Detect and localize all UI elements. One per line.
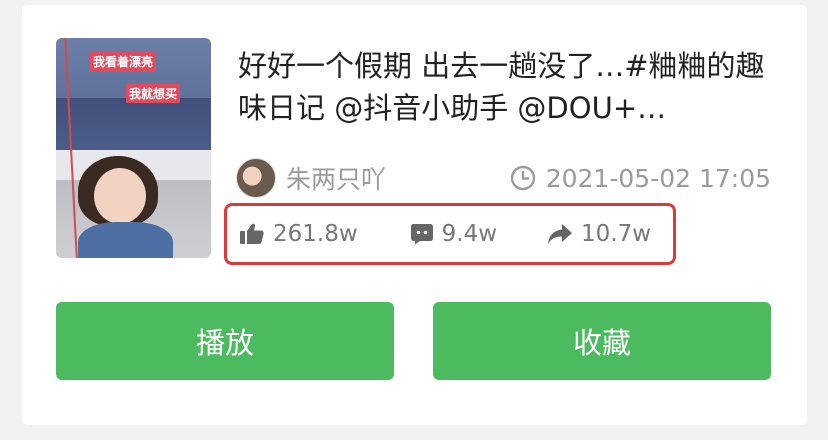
thumbnail-child-face — [94, 168, 146, 224]
comment-count[interactable]: 9.4w — [410, 221, 497, 247]
share-arrow-icon — [548, 224, 573, 244]
video-card: 我看着漂亮 我就想买 好好一个假期 出去一趟没了…#粬粬的趣味日记 @抖音小助手… — [22, 5, 807, 425]
thumbnail-caption-2: 我就想买 — [126, 84, 181, 103]
video-title[interactable]: 好好一个假期 出去一趟没了…#粬粬的趣味日记 @抖音小助手 @DOU+… — [238, 45, 783, 129]
share-count-text: 10.7w — [581, 221, 652, 247]
author-name[interactable]: 朱两只吖 — [286, 160, 386, 196]
thumbnail-child-body — [78, 222, 173, 258]
thumbs-up-icon — [240, 223, 264, 244]
like-count-text: 261.8w — [273, 221, 358, 247]
like-count[interactable]: 261.8w — [239, 221, 358, 247]
stats-highlight-box: 261.8w 9.4w 10.7w — [224, 203, 676, 265]
play-button[interactable]: 播放 — [56, 302, 394, 380]
publish-time: 2021-05-02 17:05 — [510, 158, 771, 198]
thumbnail-caption-1: 我看着漂亮 — [90, 52, 157, 71]
publish-time-text: 2021-05-02 17:05 — [545, 163, 771, 193]
avatar[interactable] — [236, 158, 276, 198]
favorite-button[interactable]: 收藏 — [433, 302, 771, 380]
share-count[interactable]: 10.7w — [547, 221, 651, 247]
clock-icon — [510, 165, 535, 191]
comment-icon — [410, 224, 433, 245]
comment-count-text: 9.4w — [441, 221, 498, 247]
author-info[interactable]: 朱两只吖 — [236, 158, 386, 198]
thumbnail-sofa — [56, 98, 211, 158]
video-thumbnail[interactable]: 我看着漂亮 我就想买 — [56, 38, 211, 258]
